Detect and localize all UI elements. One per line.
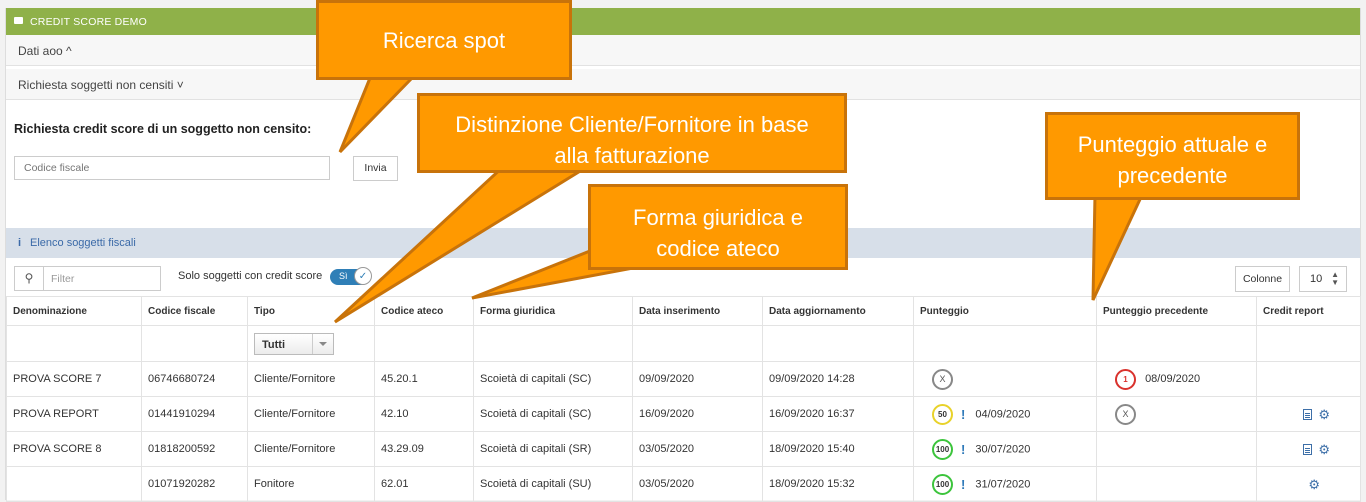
callout-ricerca-text: Ricerca spot <box>382 28 506 53</box>
callout-punteggio-text: Punteggio attuale e precedente <box>1077 132 1268 188</box>
callout-distinzione: Distinzione Cliente/Fornitore in base al… <box>417 93 847 173</box>
callout-pointer-ricerca <box>338 76 416 154</box>
callout-distinzione-text: Distinzione Cliente/Fornitore in base al… <box>455 112 809 168</box>
callout-ricerca-spot: Ricerca spot <box>316 0 572 80</box>
callout-punteggio: Punteggio attuale e precedente <box>1045 112 1300 200</box>
callout-pointer-distinzione <box>333 163 596 324</box>
callout-forma-text: Forma giuridica e codice ateco <box>633 205 803 261</box>
callout-forma: Forma giuridica e codice ateco <box>588 184 848 270</box>
callout-pointer-punteggio <box>1091 193 1145 301</box>
